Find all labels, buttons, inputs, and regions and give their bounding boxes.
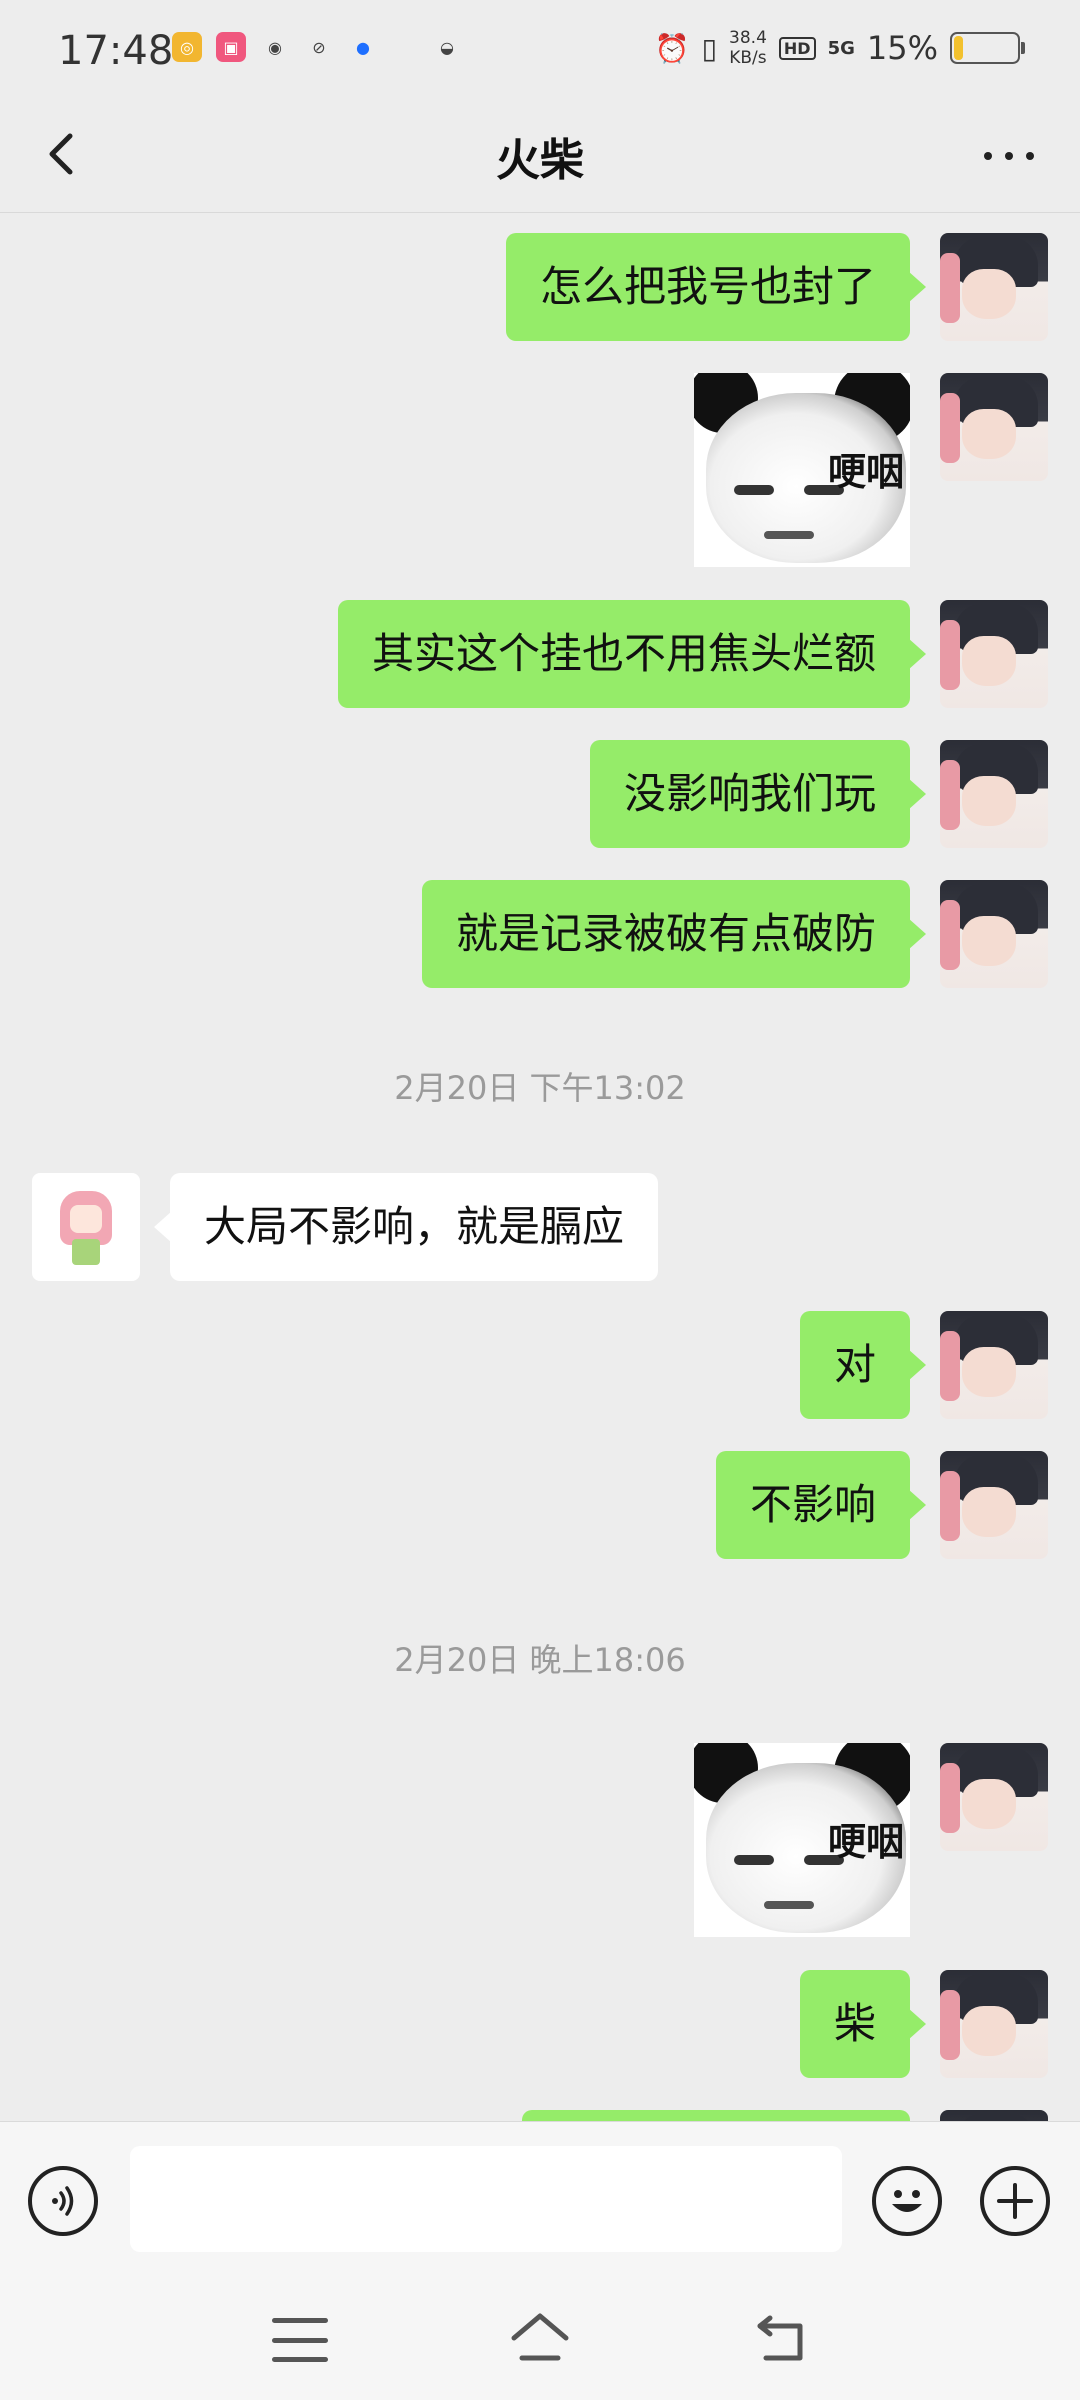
my-message-bubble[interactable]: 就是记录被破有点破防 [421,880,927,988]
home-button[interactable] [508,2310,572,2368]
status-right: ⏰ ▯ 38.4 KB/s HD 5G 15% [654,28,1025,68]
my-message-bubble[interactable]: 对 [799,1311,927,1419]
my-message-bubble[interactable]: 其实这个挂也不用焦头烂额 [337,600,927,708]
emoji-icon [892,2190,922,2212]
app-icon-4: ⊘ [312,37,326,57]
chat-header: 火柴 [0,100,1080,213]
vibrate-icon: ▯ [701,31,718,65]
my-avatar[interactable] [940,1970,1048,2078]
system-navigation-bar [0,2282,1080,2400]
message-timestamp: 2月20日 晚上18:06 [394,1641,686,1679]
my-avatar[interactable] [940,740,1048,848]
notification-icons: ◎ ▣ ◉ ⊘ ● ◒ [172,32,462,62]
plus-icon [997,2183,1033,2219]
voice-button[interactable] [28,2166,98,2236]
message-timestamp: 2月20日 下午13:02 [394,1069,686,1107]
contact-message-bubble[interactable]: 大局不影响，就是膈应 [153,1173,659,1281]
recent-apps-button[interactable] [272,2318,328,2362]
signal-icon: 5G [827,37,855,59]
sticker-caption: 哽咽 [827,1820,904,1864]
sticker-caption: 哽咽 [827,450,904,494]
more-dot-icon [1005,152,1013,160]
app-icon-5: ● [356,37,370,57]
message-list[interactable]: 怎么把我号也封了 哽咽 其实这个挂也不用焦头烂额 没影响我们玩 就是记录被破有点… [0,213,1080,2121]
my-avatar[interactable] [940,233,1048,341]
system-back-button[interactable] [752,2310,812,2368]
hd-icon: HD [778,36,816,60]
emoji-button[interactable] [872,2166,942,2236]
status-bar: 17:48 ◎ ▣ ◉ ⊘ ● ◒ ⏰ ▯ 38.4 KB/s HD 5G 15… [0,0,1080,100]
app-icon-2: ▣ [216,32,246,62]
my-avatar[interactable] [940,880,1048,988]
back-icon [757,2315,803,2361]
my-avatar[interactable] [940,1743,1048,1851]
my-message-bubble[interactable]: 柴 [799,1970,927,2078]
input-bar [0,2121,1080,2282]
app-icon-1: ◎ [172,32,202,62]
alarm-icon: ⏰ [654,31,690,65]
my-avatar[interactable] [940,1311,1048,1419]
app-icon-3: ◉ [268,37,282,57]
status-time: 17:48 [58,28,174,74]
more-dot-icon [1026,152,1034,160]
contact-avatar[interactable] [32,1173,140,1281]
message-input[interactable] [130,2146,842,2252]
panda-sticker[interactable]: 哽咽 [694,373,910,567]
battery-fill [954,36,963,60]
my-message-bubble-partial[interactable] [522,2110,910,2121]
my-avatar[interactable] [940,2110,1048,2121]
network-speed: 38.4 KB/s [729,28,767,68]
my-message-bubble[interactable]: 没影响我们玩 [589,740,927,848]
battery-icon [950,32,1025,64]
voice-icon [52,2186,74,2216]
more-functions-button[interactable] [980,2166,1050,2236]
my-avatar[interactable] [940,600,1048,708]
more-dot-icon [984,152,992,160]
home-icon [511,2313,569,2361]
battery-percent: 15% [866,29,938,67]
panda-sticker[interactable]: 哽咽 [694,1743,910,1937]
my-message-bubble[interactable]: 怎么把我号也封了 [505,233,927,341]
chat-title: 火柴 [496,135,584,186]
my-message-bubble[interactable]: 不影响 [715,1451,927,1559]
more-options-button[interactable] [974,128,1044,184]
app-icon-6: ◒ [440,37,454,57]
my-avatar[interactable] [940,373,1048,481]
my-avatar[interactable] [940,1451,1048,1559]
